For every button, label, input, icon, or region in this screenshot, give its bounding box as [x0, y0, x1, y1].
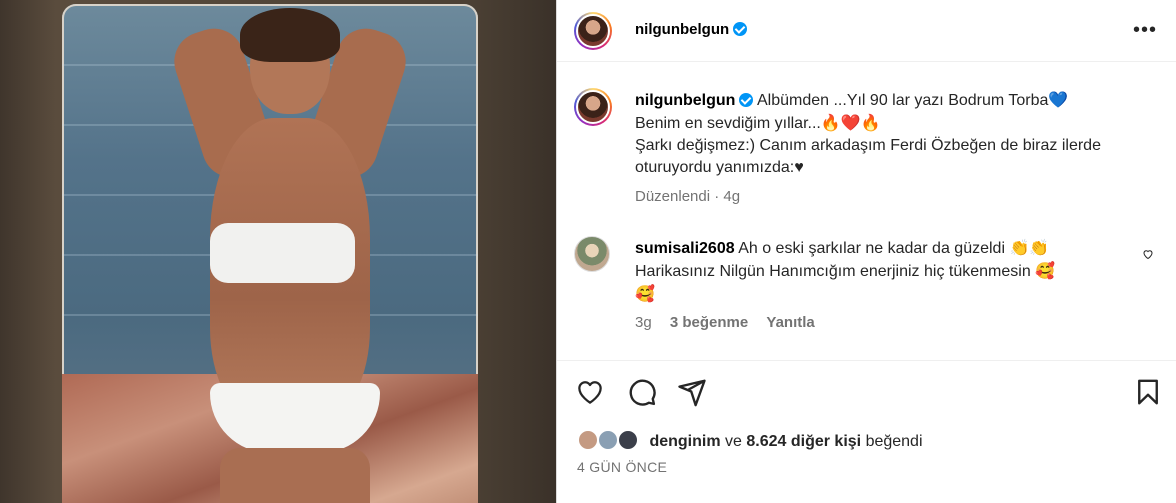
action-bar: denginim ve 8.624 diğer kişi beğendi 4 G…: [557, 360, 1176, 503]
comment-age: 3g: [635, 314, 652, 331]
blue-heart-emoji: 💙: [1048, 90, 1069, 109]
caption-line1: Albümden ...Yıl 90 lar yazı Bodrum Torba: [756, 92, 1049, 109]
author-username[interactable]: nilgunbelgun: [635, 21, 729, 38]
post-header: nilgunbelgun •••: [557, 0, 1176, 62]
heart-symbol: ♥: [794, 159, 804, 176]
author-name-wrap: nilgunbelgun: [635, 21, 748, 39]
fire-heart-emoji: 🔥❤️🔥: [820, 113, 881, 132]
comment-like-heart-icon[interactable]: [1142, 248, 1154, 263]
comment-line2: Harikasınız Nilgün Hanımcığım enerjiniz …: [635, 263, 1031, 280]
smile-hearts-emoji-2: 🥰: [635, 284, 655, 303]
edited-label: Düzenlendi: [635, 188, 711, 205]
post-date[interactable]: 4 GÜN ÖNCE: [577, 459, 667, 475]
comment-meta: 3g 3 beğenme Yanıtla: [635, 314, 829, 331]
caption-age[interactable]: 4g: [723, 188, 740, 205]
clap-emoji: 👏👏: [1009, 238, 1050, 257]
likes-summary: denginim ve 8.624 diğer kişi beğendi: [577, 429, 923, 451]
caption-line3: Şarkı değişmez:) Canım arkadaşım Ferdi Ö…: [635, 137, 1101, 176]
share-icon[interactable]: [677, 377, 707, 407]
caption-meta: Düzenlendi · 4g: [635, 188, 740, 205]
first-liker[interactable]: denginim: [649, 433, 720, 450]
verified-badge-icon: [733, 22, 748, 36]
likes-suffix: beğendi: [865, 433, 923, 450]
commenter-avatar[interactable]: [574, 236, 610, 272]
likes-others[interactable]: 8.624 diğer kişi: [746, 433, 861, 450]
post-photo[interactable]: [0, 0, 556, 503]
more-options-icon[interactable]: •••: [1133, 20, 1157, 40]
caption-username[interactable]: nilgunbelgun: [635, 92, 735, 109]
reply-button[interactable]: Yanıtla: [766, 314, 814, 331]
comment-text: sumisali2608 Ah o eski şarkılar ne kadar…: [635, 237, 1115, 306]
commenter-username[interactable]: sumisali2608: [635, 240, 735, 257]
heart-icon[interactable]: [575, 377, 605, 407]
comment-icon[interactable]: [627, 377, 657, 407]
meta-separator: ·: [710, 188, 724, 205]
comment-line1: Ah o eski şarkılar ne kadar da güzeldi: [738, 240, 1005, 257]
bookmark-icon[interactable]: [1133, 377, 1163, 407]
caption-line2: Benim en sevdiğim yıllar...: [635, 115, 821, 132]
post-side-panel: nilgunbelgun ••• nilgunbelgun Albümden .…: [556, 0, 1176, 503]
smile-hearts-emoji: 🥰: [1035, 261, 1056, 280]
photo-print: [62, 4, 478, 503]
caption-text: nilgunbelgun Albümden ...Yıl 90 lar yazı…: [635, 89, 1135, 179]
likes-connector: ve: [725, 433, 742, 450]
author-avatar[interactable]: [574, 12, 612, 50]
liker-avatars[interactable]: [577, 429, 643, 451]
woman-figure: [166, 8, 414, 503]
verified-badge-icon: [739, 93, 754, 107]
caption-avatar[interactable]: [574, 88, 612, 126]
comment-likes-count[interactable]: 3 beğenme: [670, 314, 748, 331]
